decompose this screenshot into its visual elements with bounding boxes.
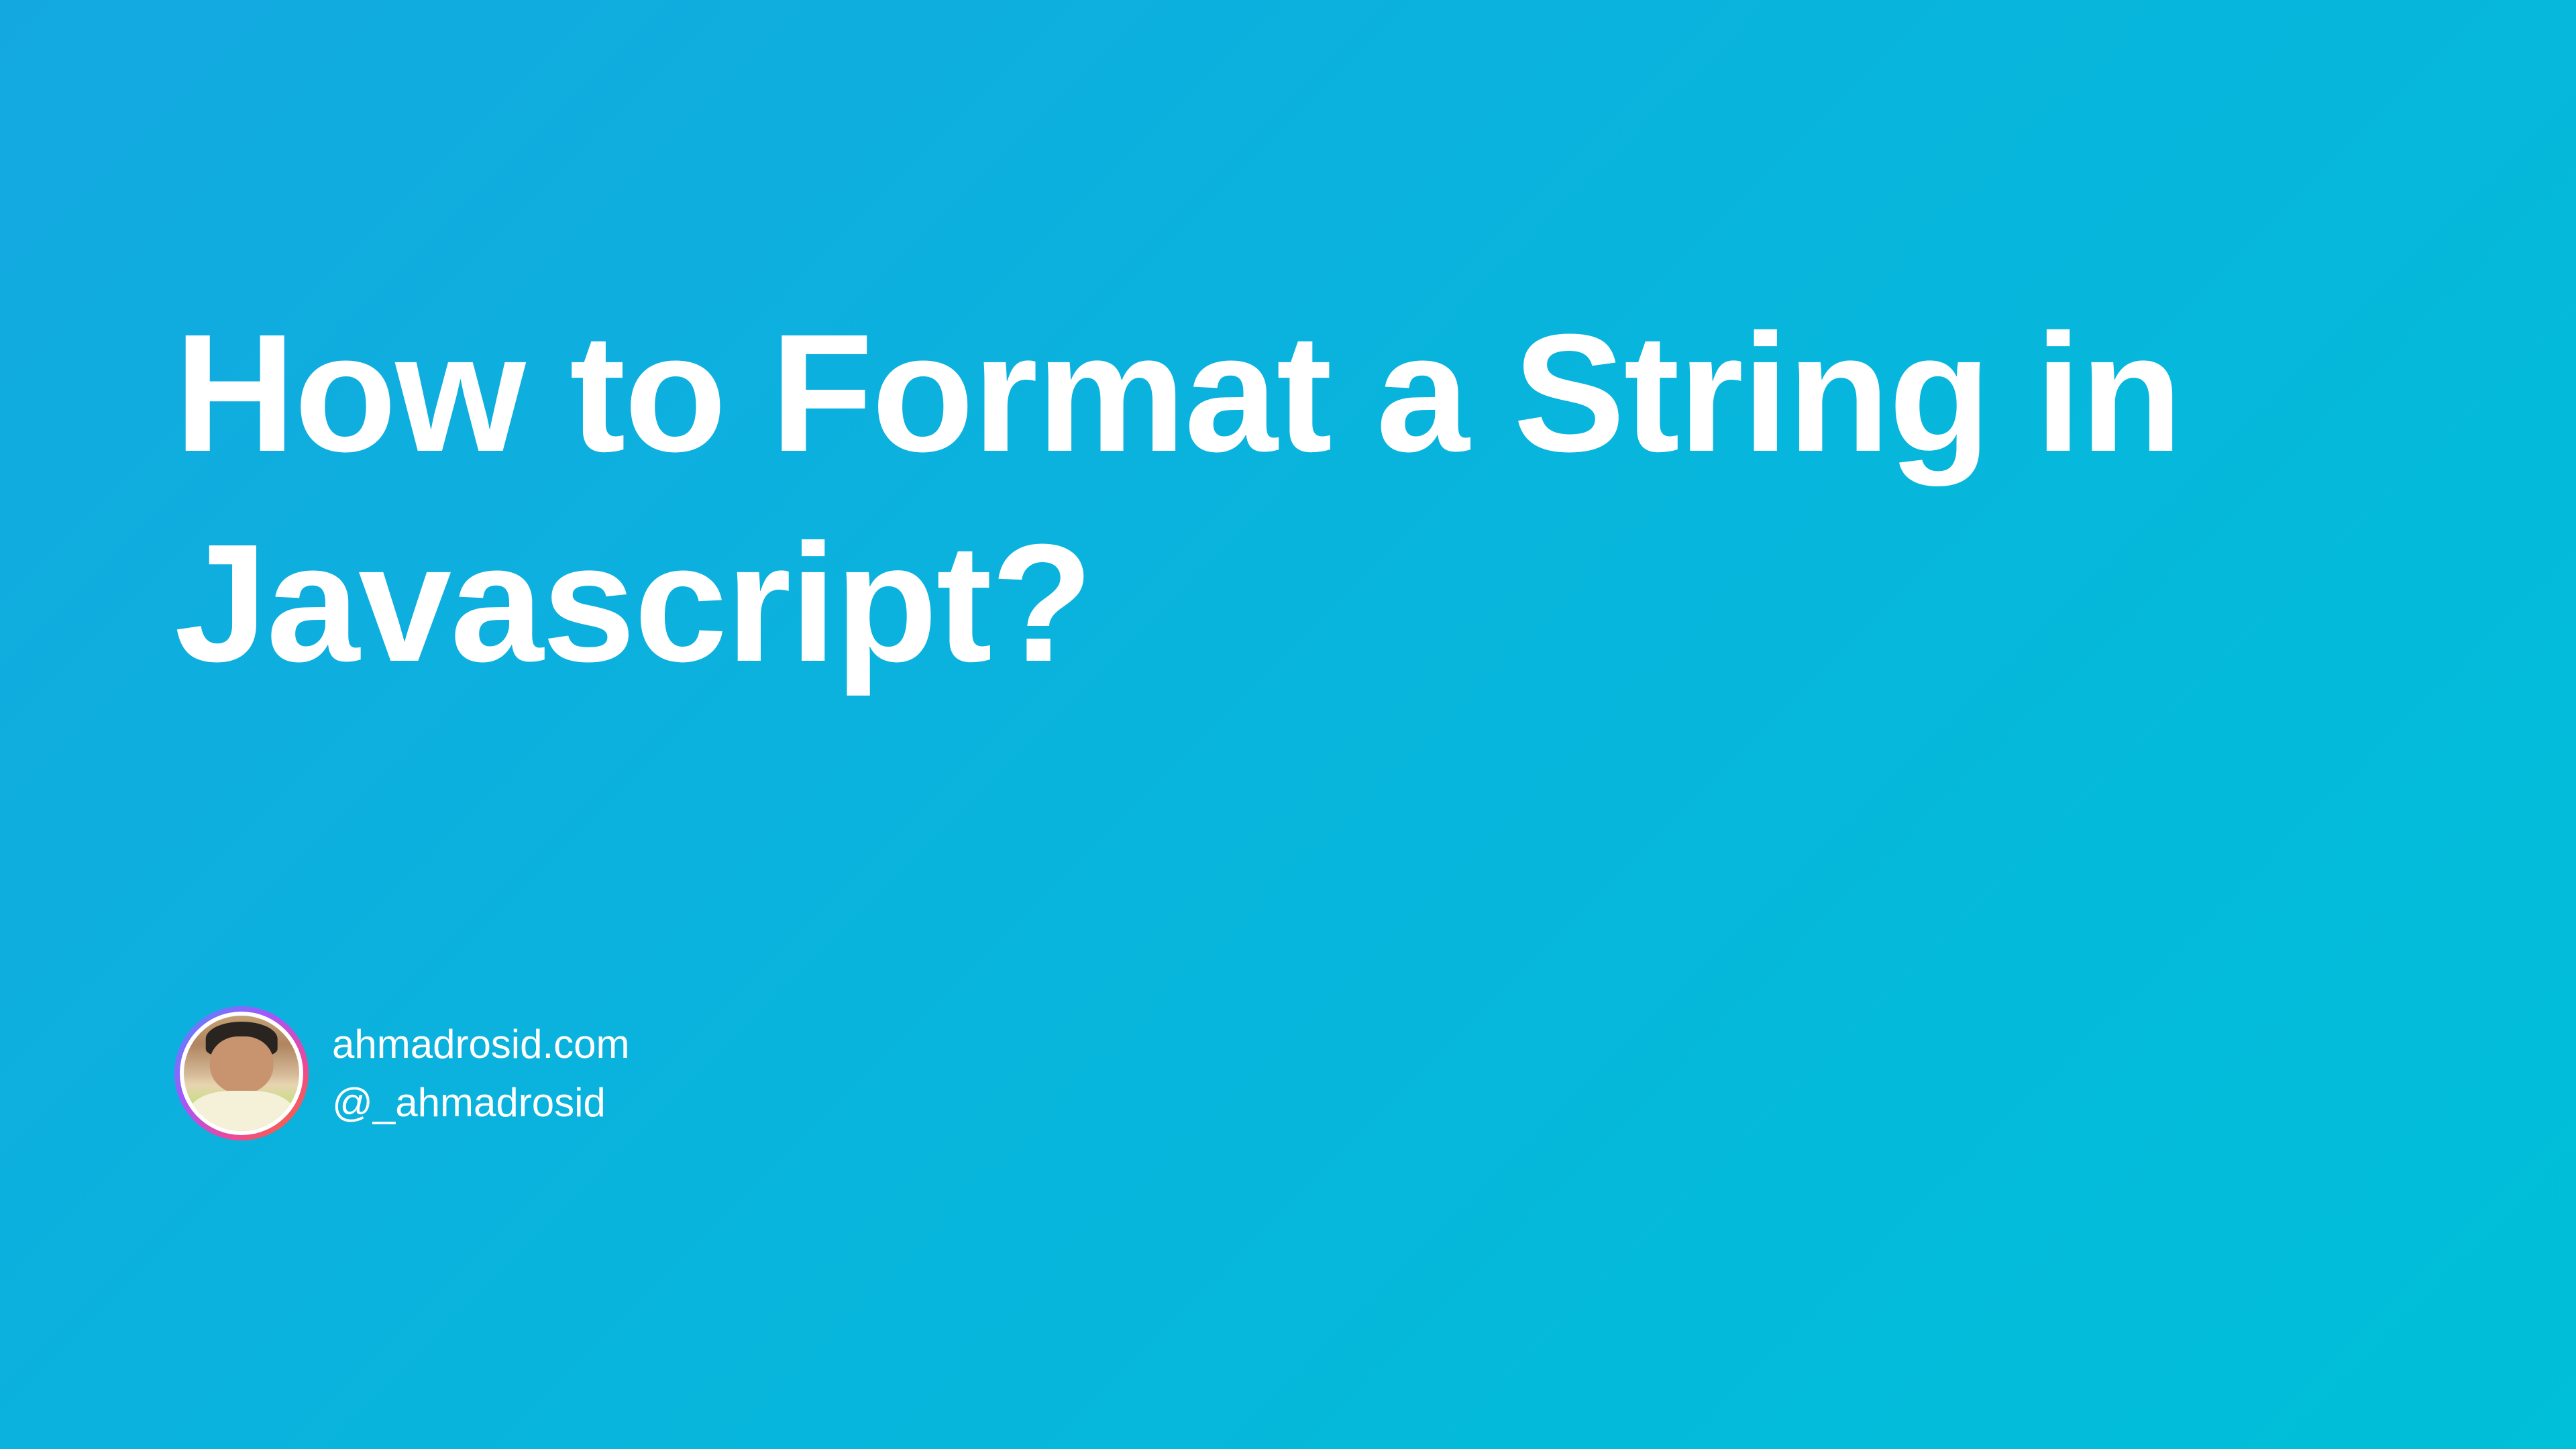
author-section: ahmadrosid.com @_ahmadrosid: [174, 1006, 630, 1140]
avatar-ring: [174, 1006, 309, 1140]
author-website: ahmadrosid.com: [332, 1021, 630, 1067]
main-content: How to Format a String in Javascript?: [174, 288, 2402, 708]
author-handle: @_ahmadrosid: [332, 1079, 630, 1126]
avatar: [184, 1016, 299, 1131]
page-title: How to Format a String in Javascript?: [174, 288, 2402, 708]
author-info: ahmadrosid.com @_ahmadrosid: [332, 1021, 630, 1126]
avatar-inner: [180, 1012, 303, 1135]
